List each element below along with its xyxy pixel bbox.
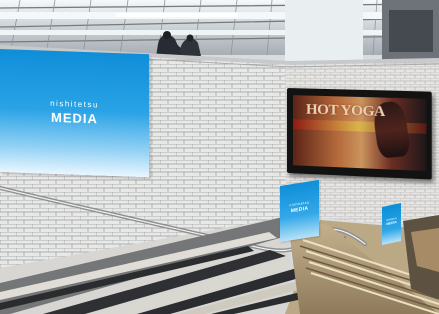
nishitetsu-media-sign-middle: nishitetsu MEDIA bbox=[280, 179, 319, 242]
ad-headline: HOT YOGA bbox=[305, 101, 385, 121]
digital-ad-screen: HOT YOGA bbox=[287, 88, 432, 180]
nishitetsu-media-sign-main: nishitetsu MEDIA bbox=[0, 49, 149, 178]
ad-image: HOT YOGA bbox=[292, 95, 427, 172]
station-stair-scene: nishitetsu MEDIA HOT YOGA nishitetsu MED… bbox=[0, 0, 439, 314]
nishitetsu-media-sign-small: nishitetsu MEDIA bbox=[382, 202, 401, 245]
sign-brand-title: MEDIA bbox=[51, 109, 98, 127]
